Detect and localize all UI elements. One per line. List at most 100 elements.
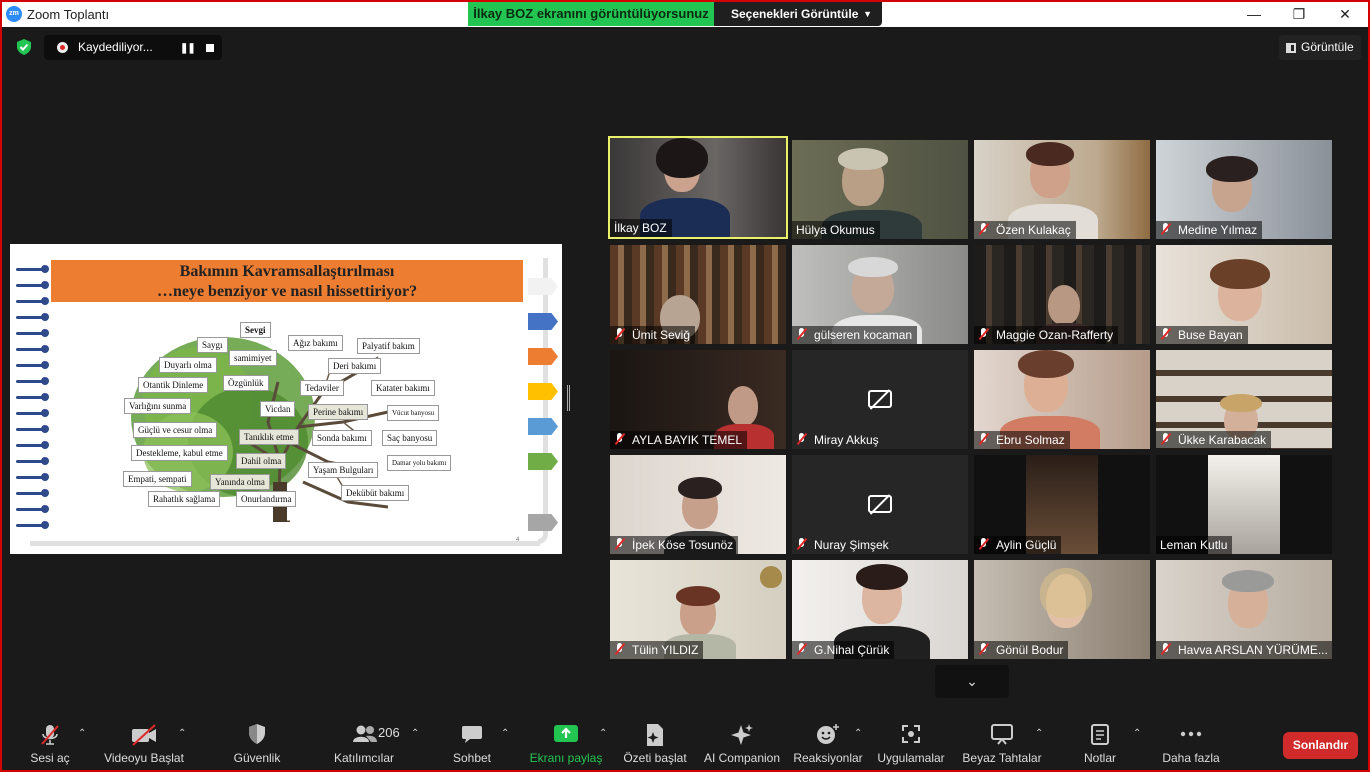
participants-button[interactable]: 206 Katılımcılar (324, 714, 404, 770)
video-tile[interactable]: Medine Yılmaz (1156, 140, 1332, 239)
share-screen-icon (554, 725, 578, 742)
hair-shape (656, 138, 708, 178)
notes-button[interactable]: Notlar (1074, 714, 1126, 770)
participants-options-caret[interactable]: ⌃ (411, 728, 419, 739)
participant-name: Hülya Okumus (792, 221, 880, 239)
view-options-button[interactable]: Seçenekleri Görüntüle ▼ (714, 2, 882, 26)
binder-coil (16, 281, 49, 289)
security-button[interactable]: Güvenlik (228, 714, 286, 770)
whiteboard-options-caret[interactable]: ⌃ (1035, 728, 1043, 739)
restore-button[interactable]: ❐ (1276, 2, 1322, 27)
slide-title-line-2: …neye benziyor ve nasıl hissettiriyor? (156, 283, 418, 300)
slide-word: Tanıklık etme (239, 429, 299, 445)
slide-tab (528, 278, 558, 295)
video-tile[interactable]: Özen Kulakaç (974, 140, 1150, 239)
video-tile[interactable]: Tülin YILDIZ (610, 560, 786, 659)
video-tile[interactable]: İpek Köse Tosunöz (610, 455, 786, 554)
participant-name-text: Tülin YILDIZ (632, 643, 699, 657)
video-tile[interactable]: Gönül Bodur (974, 560, 1150, 659)
reactions-button[interactable]: Reaksiyonlar (792, 714, 864, 770)
binder-coil (16, 425, 49, 433)
slide-word: Tedaviler (300, 380, 344, 396)
video-tile[interactable]: Leman Kutlu (1156, 455, 1332, 554)
view-button[interactable]: Görüntüle (1279, 35, 1361, 60)
slide-word: Rahatlık sağlama (148, 491, 221, 507)
muted-mic-icon (796, 643, 808, 655)
participant-name: Ebru Solmaz (974, 431, 1070, 449)
video-tile[interactable]: Havva ARSLAN YÜRÜME... (1156, 560, 1332, 659)
muted-mic-icon (978, 328, 990, 340)
slide-word: Onurlandırma (236, 491, 297, 507)
video-tile[interactable]: İlkay BOZ (608, 136, 788, 239)
meeting-toolbar: Sesi aç ⌃ Videoyu Başlat ⌃ Güvenlik 206 … (2, 714, 1368, 770)
start-video-button[interactable]: Videoyu Başlat (102, 714, 186, 770)
ai-companion-button[interactable]: AI Companion (700, 714, 784, 770)
end-meeting-button[interactable]: Sonlandır (1283, 732, 1358, 759)
video-tile[interactable]: Buse Bayan (1156, 245, 1332, 344)
slide-word: Deri bakımı (328, 358, 382, 374)
muted-mic-icon (796, 433, 808, 445)
audio-options-caret[interactable]: ⌃ (78, 728, 86, 739)
share-options-caret[interactable]: ⌃ (599, 728, 607, 739)
stop-recording-icon[interactable] (206, 44, 214, 52)
video-options-caret[interactable]: ⌃ (178, 728, 186, 739)
participant-count: 206 (378, 725, 400, 740)
hair-shape (856, 564, 908, 590)
reactions-options-caret[interactable]: ⌃ (854, 728, 862, 739)
participant-name-text: Maggie Ozan-Rafferty (996, 328, 1114, 342)
video-camera-off-icon (132, 724, 156, 746)
zoom-meeting-window: zm Zoom Toplantı İlkay BOZ ekranını görü… (0, 0, 1370, 772)
hair-shape (1220, 394, 1262, 412)
whiteboards-button[interactable]: Beyaz Tahtalar (958, 714, 1046, 770)
video-off-icon (868, 390, 892, 408)
slide-word: Otantik Dinleme (138, 377, 209, 393)
participant-name-text: AYLA BAYIK TEMEL (632, 433, 743, 447)
split-resize-handle[interactable] (567, 385, 570, 411)
slide-word: Sevgi (240, 322, 271, 338)
video-tile[interactable]: AYLA BAYIK TEMEL (610, 350, 786, 449)
video-tile[interactable]: Aylin Güçlü (974, 455, 1150, 554)
video-tile[interactable]: Nuray Şimşek (792, 455, 968, 554)
wall-clock-shape (760, 566, 782, 588)
security-label: Güvenlik (233, 751, 281, 765)
slide-title: Bakımın Kavramsallaştırılması …neye benz… (51, 260, 523, 302)
recording-label: Kaydediliyor... (78, 40, 153, 54)
share-screen-button[interactable]: Ekranı paylaş (528, 714, 604, 770)
muted-mic-icon (978, 538, 990, 550)
unmute-button[interactable]: Sesi aç (22, 714, 78, 770)
more-button[interactable]: Daha fazla (1158, 714, 1224, 770)
participant-name: Nuray Şimşek (792, 536, 894, 554)
chat-button[interactable]: Sohbet (448, 714, 496, 770)
chat-options-caret[interactable]: ⌃ (501, 728, 509, 739)
video-tile[interactable]: Ebru Solmaz (974, 350, 1150, 449)
video-tile[interactable]: G.Nihal Çürük (792, 560, 968, 659)
hair-shape (848, 257, 898, 277)
encryption-shield-icon[interactable] (15, 38, 33, 56)
video-tile[interactable]: Maggie Ozan-Rafferty (974, 245, 1150, 344)
slide-tab (528, 313, 558, 330)
video-tile[interactable]: Ümit Seviğ (610, 245, 786, 344)
view-options-label: Seçenekleri Görüntüle (731, 7, 859, 21)
slide-word: Saç banyosu (382, 430, 438, 446)
recording-icon (57, 42, 68, 53)
slide-word: Varlığını sunma (124, 398, 192, 414)
notes-options-caret[interactable]: ⌃ (1133, 728, 1141, 739)
slide-tab (528, 514, 558, 531)
video-tile[interactable]: Miray Akkuş (792, 350, 968, 449)
gallery-next-page-button[interactable]: ⌄ (935, 665, 1009, 698)
participant-name: Gönül Bodur (974, 641, 1069, 659)
minimize-button[interactable]: — (1231, 2, 1277, 27)
participant-name: G.Nihal Çürük (792, 641, 895, 659)
binder-coil (16, 457, 49, 465)
participant-name-text: Ükke Karabacak (1178, 433, 1267, 447)
muted-mic-icon (978, 223, 990, 235)
close-button[interactable]: ✕ (1322, 2, 1368, 27)
apps-button[interactable]: Uygulamalar (874, 714, 948, 770)
slide-word: Saygı (197, 337, 228, 353)
video-tile[interactable]: gülseren kocaman (792, 245, 968, 344)
video-tile[interactable]: Ükke Karabacak (1156, 350, 1332, 449)
pause-recording-icon[interactable]: ❚❚ (180, 43, 196, 54)
hair-shape (1040, 568, 1092, 618)
start-summary-button[interactable]: Özeti başlat (620, 714, 690, 770)
video-tile[interactable]: Hülya Okumus (792, 140, 968, 239)
